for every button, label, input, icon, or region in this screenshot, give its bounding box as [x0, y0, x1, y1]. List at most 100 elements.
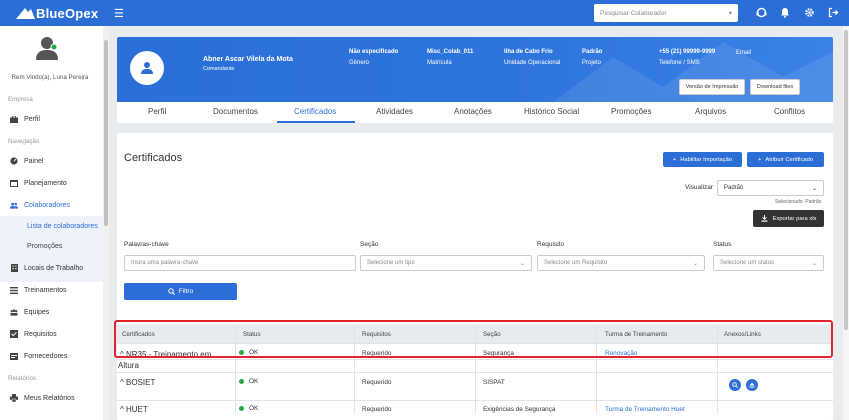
- sidebar-item-label: Meus Relatórios: [24, 394, 75, 402]
- gender-value: Não especificado: [349, 49, 399, 55]
- email-label: Email: [736, 50, 752, 56]
- print-version-button[interactable]: Versão de Impressão: [679, 79, 745, 95]
- sidebar-item-equipes[interactable]: Equipes: [10, 308, 49, 316]
- section-select[interactable]: Selecione um tipo ⌄: [360, 255, 532, 271]
- row-cert-name[interactable]: ^ BOSIET: [120, 378, 155, 387]
- page-title: Certificados: [124, 152, 183, 164]
- profile-role: Comandante: [203, 66, 235, 72]
- tab-promocoes[interactable]: Promoções: [611, 107, 651, 116]
- gear-icon[interactable]: [803, 6, 815, 18]
- keyword-input[interactable]: Insira uma palavra-chave: [124, 255, 356, 271]
- sidebar-item-colaboradores[interactable]: Colaboradores: [10, 201, 70, 209]
- unit-value: Ilha de Cabo Frio: [504, 49, 553, 55]
- status-text: OK: [249, 405, 259, 412]
- keyword-input-placeholder: Insira uma palavra-chave: [131, 260, 199, 266]
- profile-tabs: Perfil Documentos Certificados Atividade…: [117, 102, 833, 123]
- row-cert-name-cont: Altura: [118, 361, 139, 370]
- search-collaborator-select[interactable]: Pesquisar Colaborador ▾: [594, 4, 738, 22]
- sidebar-item-painel[interactable]: Painel: [10, 157, 43, 165]
- printer-icon: [10, 394, 18, 402]
- active-tab-indicator: [277, 121, 355, 123]
- registration-label: Matrícula: [427, 60, 452, 66]
- upload-attachment-button[interactable]: [746, 379, 758, 391]
- row-requirement: Requerido: [362, 379, 392, 386]
- sidebar-item-meus-relatorios[interactable]: Meus Relatórios: [10, 394, 75, 402]
- sidebar-item-label: Locais de Trabalho: [24, 264, 84, 272]
- user-avatar[interactable]: [35, 36, 59, 60]
- enable-import-button[interactable]: + Habilitar Importação: [663, 152, 742, 167]
- registration-value: Misc_Colab_011: [427, 49, 474, 55]
- filter-button[interactable]: Filtro: [124, 283, 237, 300]
- bell-icon[interactable]: [779, 6, 791, 18]
- row-training-link[interactable]: Turma de Treinamento Huet: [605, 406, 685, 413]
- sidebar-item-label: Perfil: [24, 115, 40, 123]
- requirement-select[interactable]: Selecione um Requisito ⌄: [537, 255, 705, 271]
- status-select[interactable]: Selecione um status ⌄: [713, 255, 824, 271]
- tab-atividades[interactable]: Atividades: [376, 107, 413, 116]
- sidebar-subitem-lista-colaboradores[interactable]: Lista de colaboradores: [27, 223, 98, 230]
- chevron-down-icon: ⌄: [692, 260, 698, 267]
- tab-certificados[interactable]: Certificados: [294, 107, 336, 116]
- export-xls-label: Exportar para xls: [772, 215, 817, 222]
- selected-view-note: Selecionado: Padrão: [775, 199, 822, 205]
- row-status: OK: [239, 378, 258, 385]
- sidebar: Rem Vindo(a), Luna Pereira Empresa Perfi…: [0, 26, 104, 420]
- project-label: Projeto: [582, 60, 602, 66]
- tab-historico-social[interactable]: Histórico Social: [524, 107, 579, 116]
- profile-banner: Abner Ascar Vilela da Mota Comandante Nã…: [117, 37, 833, 102]
- status-select-placeholder: Selecione um status: [720, 260, 775, 266]
- section-select-placeholder: Selecione um tipo: [367, 260, 415, 266]
- dashboard-icon: [10, 157, 18, 165]
- phone-value: +55 (21) 99999-9999: [659, 49, 716, 55]
- brand-name: BlueOpex: [36, 5, 99, 21]
- sidebar-item-locais-trabalho[interactable]: Locais de Trabalho: [10, 264, 83, 272]
- assign-certificate-label: Atribuir Certificado: [765, 156, 814, 163]
- sidebar-item-requisitos[interactable]: Requisitos: [10, 330, 57, 338]
- row-divider: [117, 400, 833, 401]
- sidebar-item-label: Colaboradores: [24, 201, 70, 209]
- list-icon: [10, 286, 18, 294]
- brand-logo[interactable]: BlueOpex: [14, 5, 106, 21]
- sidebar-item-fornecedores[interactable]: Fornecedores: [10, 352, 67, 360]
- chevron-down-icon: ⌄: [519, 260, 525, 267]
- filter-button-label: Filtro: [178, 288, 194, 295]
- team-icon: [10, 308, 18, 316]
- row-cert-name[interactable]: ^ HUET: [120, 405, 148, 414]
- tab-arquivos[interactable]: Arquivos: [695, 107, 726, 116]
- section-empresa: Empresa: [8, 96, 33, 103]
- view-attachment-button[interactable]: [729, 379, 741, 391]
- unit-label: Unidade Operacional: [504, 60, 561, 66]
- tab-documentos[interactable]: Documentos: [213, 107, 258, 116]
- requirement-label: Requisito: [537, 241, 565, 248]
- profile-name: Abner Ascar Vilela da Mota: [203, 56, 293, 63]
- checklist-icon: [10, 330, 18, 338]
- search-placeholder: Pesquisar Colaborador: [600, 9, 667, 17]
- menu-toggle-icon[interactable]: ☰: [114, 7, 124, 20]
- assign-certificate-button[interactable]: + Atribuir Certificado: [747, 152, 824, 167]
- logout-icon[interactable]: [827, 6, 839, 18]
- tab-perfil[interactable]: Perfil: [148, 107, 166, 116]
- sidebar-item-planejamento[interactable]: Planejamento: [10, 179, 67, 187]
- support-icon[interactable]: [755, 6, 767, 18]
- page-scrollbar-thumb[interactable]: [844, 30, 848, 330]
- certificates-panel: Certificados + Habilitar Importação + At…: [117, 133, 833, 420]
- row-section: Exigências de Segurança: [483, 406, 556, 413]
- tab-conflitos[interactable]: Conflitos: [774, 107, 805, 116]
- enable-import-label: Habilitar Importação: [680, 156, 733, 163]
- plus-icon: +: [757, 156, 762, 163]
- sidebar-subitem-promocoes[interactable]: Promoções: [27, 243, 62, 250]
- sidebar-item-treinamentos[interactable]: Treinamentos: [10, 286, 67, 294]
- section-navegacao: Navegação: [8, 138, 40, 145]
- view-select[interactable]: Padrão ⌄: [717, 180, 824, 196]
- row-divider: [117, 372, 833, 373]
- tab-anotacoes[interactable]: Anotações: [454, 107, 492, 116]
- view-select-value: Padrão: [724, 185, 744, 191]
- logo-icon: [16, 8, 35, 19]
- search-icon: [732, 382, 738, 388]
- export-xls-button[interactable]: Exportar para xls: [753, 210, 824, 227]
- profile-avatar: [130, 51, 164, 85]
- download-files-button[interactable]: Download files: [750, 79, 800, 95]
- sidebar-item-perfil[interactable]: Perfil: [10, 115, 40, 123]
- chevron-down-icon: ▾: [728, 10, 732, 17]
- sidebar-scrollbar-thumb[interactable]: [104, 40, 108, 226]
